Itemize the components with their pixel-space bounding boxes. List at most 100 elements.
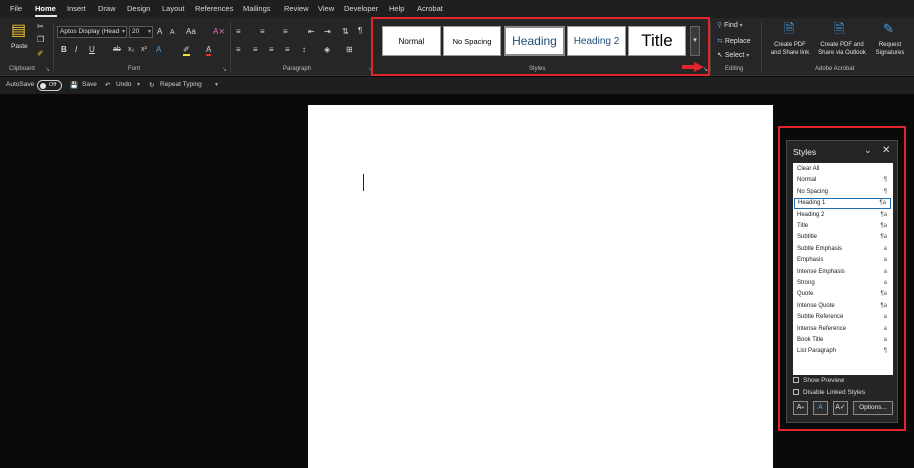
style-list-item[interactable]: Intense Emphasis a [794, 267, 891, 278]
style-list-item[interactable]: Subtitle ¶a [794, 232, 891, 243]
menu-developer[interactable]: Developer [344, 4, 378, 13]
paste-button[interactable]: Paste [11, 43, 28, 51]
style-tile-heading[interactable]: Heading [504, 26, 565, 56]
menu-draw[interactable]: Draw [98, 4, 116, 13]
strikethrough-button[interactable]: ab [113, 45, 121, 54]
justify-icon[interactable]: ≡ [285, 45, 290, 54]
styles-gallery-more-button[interactable]: ▾ [690, 26, 700, 56]
change-case-icon[interactable]: Aa [186, 27, 196, 36]
pdf-link-icon[interactable]: 🗎 [784, 22, 794, 36]
customize-qat-icon[interactable]: ▾ [215, 81, 218, 88]
line-spacing-icon[interactable]: ↕ [302, 45, 306, 54]
style-list-item[interactable]: Title ¶a [794, 221, 891, 232]
menu-help[interactable]: Help [389, 4, 404, 13]
autosave-toggle[interactable]: Off [37, 80, 62, 91]
font-launcher-icon[interactable]: ↘ [222, 66, 227, 73]
borders-icon[interactable]: ⊞ [346, 45, 353, 54]
superscript-button[interactable]: x² [141, 45, 147, 54]
align-right-icon[interactable]: ≡ [269, 45, 274, 54]
options-button[interactable]: Options... [853, 401, 893, 415]
numbering-icon[interactable]: ≡ [260, 27, 265, 36]
find-button[interactable]: ⚲ Find ▾ [717, 22, 743, 30]
decrease-indent-icon[interactable]: ⇤ [308, 27, 315, 36]
show-marks-button[interactable]: ¶ [358, 26, 362, 35]
menu-review[interactable]: Review [284, 4, 309, 13]
disable-linked-styles-checkbox[interactable]: Disable Linked Styles [793, 389, 865, 396]
chevron-down-icon[interactable]: ⌄ [864, 145, 872, 156]
paragraph-launcher-icon[interactable]: ↘ [368, 66, 373, 73]
signature-icon[interactable]: ✎ [883, 22, 894, 36]
style-list-item[interactable]: Book Title a [794, 335, 891, 346]
undo-icon[interactable]: ↶ [105, 81, 110, 89]
show-preview-checkbox[interactable]: Show Preview [793, 377, 844, 384]
style-list-item[interactable]: Heading 2 ¶a [794, 210, 891, 221]
shrink-font-icon[interactable]: A [170, 28, 175, 37]
font-color-button[interactable]: A [206, 45, 212, 56]
bullets-icon[interactable]: ≡ [236, 27, 241, 36]
style-list-item[interactable]: Intense Quote ¶a [794, 301, 891, 312]
align-left-icon[interactable]: ≡ [236, 45, 241, 54]
style-inspector-icon[interactable]: A [813, 401, 828, 415]
style-list-item[interactable]: Emphasis a [794, 255, 891, 266]
underline-button[interactable]: U [89, 45, 95, 54]
style-list-item[interactable]: Quote ¶a [794, 289, 891, 300]
menu-view[interactable]: View [318, 4, 334, 13]
style-list-item[interactable]: Heading 1 ¶a [794, 198, 891, 210]
menu-insert[interactable]: Insert [67, 4, 86, 13]
style-list-item[interactable]: List Paragraph ¶ [794, 346, 891, 357]
font-name-combo[interactable]: Aptos Display (Head ▾ [57, 26, 127, 38]
manage-styles-icon[interactable]: A✓ [833, 401, 848, 415]
multilevel-list-icon[interactable]: ≡ [283, 27, 288, 36]
create-pdf-share-link-button[interactable]: Create PDF and Share link [767, 41, 813, 57]
style-list-item[interactable]: Normal ¶ [794, 175, 891, 186]
repeat-icon[interactable]: ↻ [149, 81, 154, 89]
menu-mailings[interactable]: Mailings [243, 4, 271, 13]
text-effects-icon[interactable]: A [156, 45, 161, 54]
format-painter-icon[interactable]: ✐ [37, 49, 44, 58]
menu-layout[interactable]: Layout [162, 4, 185, 13]
subscript-button[interactable]: x₂ [128, 45, 134, 54]
menu-home[interactable]: Home [35, 4, 56, 13]
increase-indent-icon[interactable]: ⇥ [324, 27, 331, 36]
style-list-item[interactable]: No Spacing ¶ [794, 187, 891, 198]
document-page[interactable] [308, 105, 773, 468]
paste-icon[interactable]: ▤ [11, 23, 26, 39]
clipboard-launcher-icon[interactable]: ↘ [45, 66, 50, 73]
request-signatures-button[interactable]: Request Signatures [870, 41, 910, 57]
create-pdf-outlook-button[interactable]: Create PDF and Share via Outlook [815, 41, 869, 57]
copy-icon[interactable]: ❐ [37, 35, 44, 44]
shading-icon[interactable]: ◈ [324, 45, 330, 54]
save-icon[interactable]: 💾 [70, 81, 78, 89]
highlight-icon[interactable]: ✐ [183, 45, 190, 56]
align-center-icon[interactable]: ≡ [253, 45, 258, 54]
style-tile-heading-2[interactable]: Heading 2 [567, 26, 626, 56]
pdf-outlook-icon[interactable]: 🗎 [834, 22, 844, 36]
clear-formatting-icon[interactable]: A⨯ [213, 27, 225, 36]
replace-button[interactable]: ⇆ Replace [717, 38, 751, 46]
sort-icon[interactable]: ⇅ [342, 27, 349, 36]
style-list-item[interactable]: Subtle Emphasis a [794, 244, 891, 255]
save-button[interactable]: Save [82, 81, 97, 88]
menu-acrobat[interactable]: Acrobat [417, 4, 443, 13]
font-size-combo[interactable]: 20 ▾ [129, 26, 153, 38]
italic-button[interactable]: I [75, 45, 77, 54]
menu-references[interactable]: References [195, 4, 233, 13]
select-button[interactable]: ↖ Select ▾ [717, 52, 749, 60]
style-tile-title[interactable]: Title [628, 26, 686, 56]
chevron-down-icon[interactable]: ▾ [137, 81, 140, 88]
style-list-item[interactable]: Strong a [794, 278, 891, 289]
undo-button[interactable]: Undo [116, 81, 132, 88]
close-icon[interactable]: ✕ [882, 145, 890, 156]
bold-button[interactable]: B [61, 45, 67, 54]
style-list-item[interactable]: Subtle Reference a [794, 312, 891, 323]
menu-design[interactable]: Design [127, 4, 150, 13]
style-tile-no-spacing[interactable]: No Spacing [443, 26, 501, 56]
repeat-typing-button[interactable]: Repeat Typing [160, 81, 202, 88]
cut-icon[interactable]: ✂ [37, 22, 44, 31]
style-tile-normal[interactable]: Normal [382, 26, 441, 56]
grow-font-icon[interactable]: A [157, 27, 162, 36]
style-list-item[interactable]: Intense Reference a [794, 324, 891, 335]
new-style-icon[interactable]: A+ [793, 401, 808, 415]
style-list-item[interactable]: Clear All [794, 164, 891, 175]
menu-file[interactable]: File [10, 4, 22, 13]
